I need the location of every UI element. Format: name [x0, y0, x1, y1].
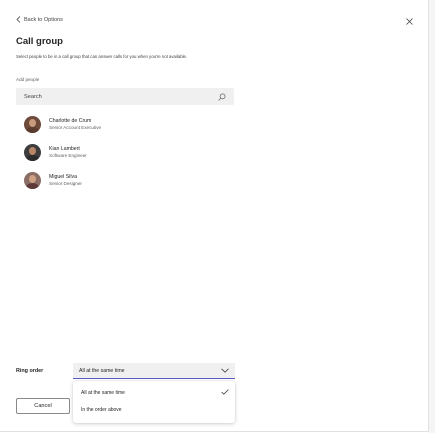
call-group-page: Back to Options Call group Select people…	[0, 0, 435, 433]
close-button[interactable]	[403, 15, 415, 27]
search-placeholder: Search	[24, 93, 42, 100]
window-edge	[429, 0, 435, 433]
ring-order-option-same-time[interactable]: All at the same time	[81, 390, 125, 396]
cancel-button[interactable]: Cancel	[16, 398, 70, 414]
chevron-down-icon	[221, 368, 229, 373]
avatar	[24, 115, 41, 133]
ring-order-dropdown: All at the same time In the order above	[73, 381, 235, 423]
person-role: Senior Account Executive	[49, 124, 102, 130]
search-icon[interactable]	[218, 93, 226, 101]
back-to-options-label: Back to Options	[24, 16, 63, 23]
people-list: Charlotte de Crum Senior Account Executi…	[24, 114, 101, 198]
ring-order-select[interactable]: All at the same time	[73, 363, 235, 379]
call-group-panel: Back to Options Call group Select people…	[0, 0, 429, 432]
close-icon	[405, 17, 413, 25]
list-item[interactable]: Charlotte de Crum Senior Account Executi…	[24, 114, 101, 134]
ring-order-selected-value: All at the same time	[79, 367, 125, 374]
person-role: Software Engineer	[49, 152, 87, 158]
avatar	[24, 171, 41, 189]
chevron-left-icon	[16, 16, 21, 23]
page-subtitle: Select people to be in a call group that…	[16, 54, 188, 59]
person-name: Kian Lambert	[49, 145, 80, 152]
person-name: Miguel Silva	[49, 173, 77, 180]
ring-order-label: Ring order	[16, 368, 44, 374]
avatar	[24, 143, 41, 161]
person-name: Charlotte de Crum	[49, 117, 92, 124]
list-item[interactable]: Kian Lambert Software Engineer	[24, 142, 101, 162]
page-title: Call group	[16, 36, 63, 47]
ring-order-option-in-order[interactable]: In the order above	[81, 407, 122, 413]
list-item[interactable]: Miguel Silva Senior Designer	[24, 170, 101, 190]
add-people-label: Add people	[16, 77, 40, 82]
back-to-options-link[interactable]: Back to Options	[16, 16, 63, 23]
search-input[interactable]: Search	[16, 88, 234, 105]
person-role: Senior Designer	[49, 180, 82, 186]
checkmark-icon	[221, 389, 229, 395]
